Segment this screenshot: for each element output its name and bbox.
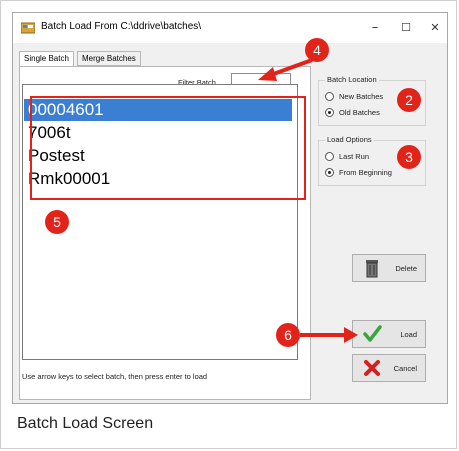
app-icon	[21, 22, 35, 34]
radio-indicator[interactable]	[325, 168, 334, 177]
batch-list-highlight	[30, 96, 306, 200]
delete-button[interactable]: Delete	[352, 254, 426, 282]
close-icon[interactable]: ✕	[425, 19, 445, 37]
radio-indicator[interactable]	[325, 152, 334, 161]
callout-5: 5	[45, 210, 69, 234]
radio-indicator[interactable]	[325, 108, 334, 117]
maximize-icon[interactable]: ☐	[396, 19, 416, 37]
radio-old-batches[interactable]: Old Batches	[325, 107, 435, 119]
tab-single-batch[interactable]: Single Batch	[19, 51, 74, 67]
window-title: Batch Load From C:\ddrive\batches\	[41, 21, 202, 32]
radio-indicator[interactable]	[325, 92, 334, 101]
tab-merge-batches[interactable]: Merge Batches	[77, 51, 141, 66]
minimize-icon[interactable]: –	[365, 19, 385, 37]
cancel-label: Cancel	[393, 364, 417, 373]
radio-label: Old Batches	[339, 108, 380, 117]
trash-icon	[366, 260, 378, 278]
callout-3: 3	[397, 145, 421, 169]
batch-location-title: Batch Location	[325, 75, 379, 84]
instruction-hint: Use arrow keys to select batch, then pre…	[22, 372, 208, 381]
radio-label: New Batches	[339, 92, 384, 101]
title-bar: Batch Load From C:\ddrive\batches\ – ☐ ✕	[13, 13, 447, 43]
radio-from-beginning[interactable]: From Beginning	[325, 167, 435, 179]
checkmark-icon	[363, 325, 382, 342]
delete-label: Delete	[395, 264, 417, 273]
cancel-button[interactable]: Cancel	[352, 354, 426, 382]
callout-6: 6	[276, 323, 300, 347]
load-label: Load	[400, 330, 417, 339]
cancel-x-icon	[364, 360, 380, 376]
radio-label: From Beginning	[339, 168, 392, 177]
load-options-title: Load Options	[325, 135, 374, 144]
radio-label: Last Run	[339, 152, 370, 161]
callout-4: 4	[305, 38, 329, 62]
load-button[interactable]: Load	[352, 320, 426, 348]
callout-2: 2	[397, 88, 421, 112]
figure-caption: Batch Load Screen	[17, 415, 154, 432]
